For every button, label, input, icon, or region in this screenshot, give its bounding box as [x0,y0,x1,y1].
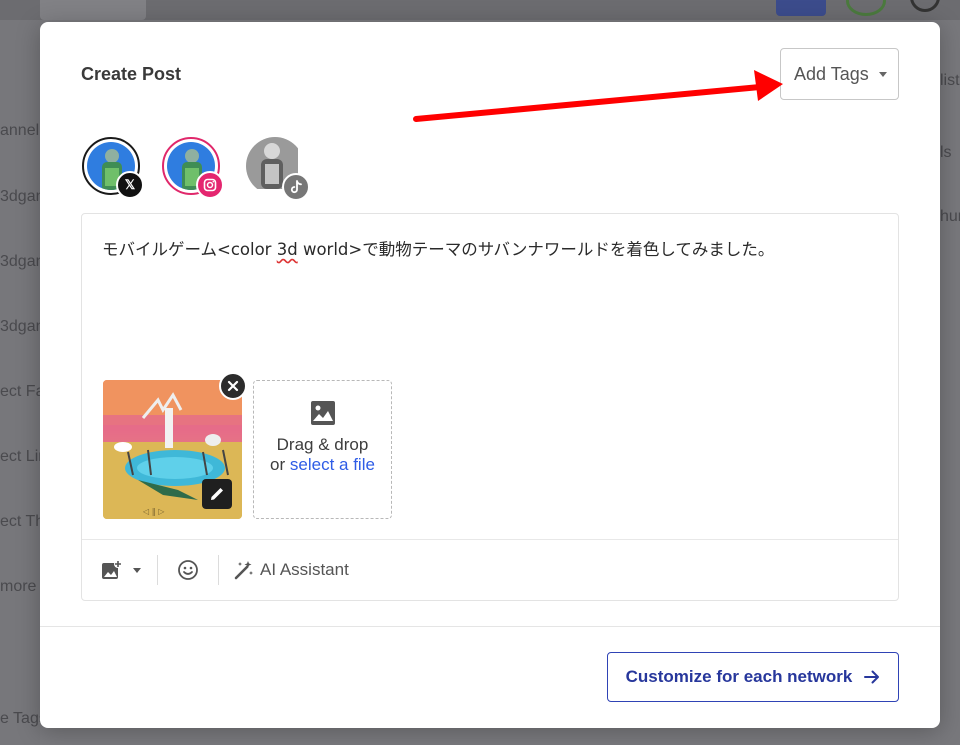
add-media-button[interactable] [101,540,123,600]
x-logo-icon: 𝕏 [116,171,144,199]
post-text-misspelled: 3d [276,240,298,259]
dropzone-text: Drag & drop or select a file [254,435,391,475]
ai-assistant-label: AI Assistant [260,560,349,579]
chevron-down-icon [133,567,141,573]
ai-assistant-button[interactable]: AI Assistant [234,540,349,600]
dropzone-line2-prefix: or [270,455,290,474]
modal-title: Create Post [81,64,182,84]
background-topbar [0,0,960,20]
background-right-text: list [940,72,960,89]
emoji-icon [178,560,198,580]
background-sidebar-text: more [0,578,37,595]
create-post-modal: Create Post Add Tags 𝕏 モバイルゲーム<color 3d … [40,22,940,728]
image-icon [311,401,335,425]
customize-label: Customize for each network [625,667,853,686]
post-text[interactable]: モバイルゲーム<color 3d world>で動物テーマのサバンナワールドを着… [102,236,774,260]
pencil-icon [211,488,223,500]
arrow-right-icon [864,670,880,684]
chevron-down-icon [879,72,887,77]
background-help-icon [910,0,940,12]
background-right-panel [940,20,960,745]
add-media-dropdown[interactable] [133,540,141,600]
tiktok-logo-icon [282,173,310,201]
add-photo-icon [102,560,122,579]
customize-for-each-network-button[interactable]: Customize for each network [607,652,899,702]
background-right-text: ls [940,144,952,161]
toolbar-divider [218,555,219,585]
remove-image-button[interactable] [219,372,247,400]
instagram-logo-icon [196,171,224,199]
post-text-segment: モバイルゲーム<color [102,240,277,259]
upload-dropzone[interactable]: Drag & drop or select a file [253,380,392,519]
editor-toolbar: AI Assistant [82,539,898,601]
background-avatar [846,0,886,16]
close-icon [227,380,239,392]
footer-divider [40,626,940,627]
dropzone-line1: Drag & drop [276,435,369,454]
toolbar-divider [157,555,158,585]
background-button [776,0,826,16]
background-sidebar-text: ect Fa [0,383,45,400]
account-avatar-instagram[interactable] [162,137,224,199]
select-file-link[interactable]: select a file [290,455,375,474]
emoji-button[interactable] [177,540,199,600]
post-text-segment: world>で動物テーマのサバンナワールドを着色してみました。 [297,240,775,259]
background-sidebar-text: annel [0,122,40,139]
magic-wand-icon [234,561,253,580]
svg-text:◁ ‖ ▷: ◁ ‖ ▷ [142,507,165,516]
add-tags-dropdown[interactable]: Add Tags [780,48,899,100]
background-sidebar-text: ect Th [0,513,45,530]
background-right-text: hur [940,208,960,225]
account-avatar-x[interactable]: 𝕏 [82,137,144,199]
post-editor[interactable]: モバイルゲーム<color 3d world>で動物テーマのサバンナワールドを着… [81,213,899,601]
add-tags-label: Add Tags [794,63,869,84]
background-search [40,0,146,20]
edit-image-button[interactable] [202,479,232,509]
account-avatar-tiktok[interactable] [246,137,310,201]
